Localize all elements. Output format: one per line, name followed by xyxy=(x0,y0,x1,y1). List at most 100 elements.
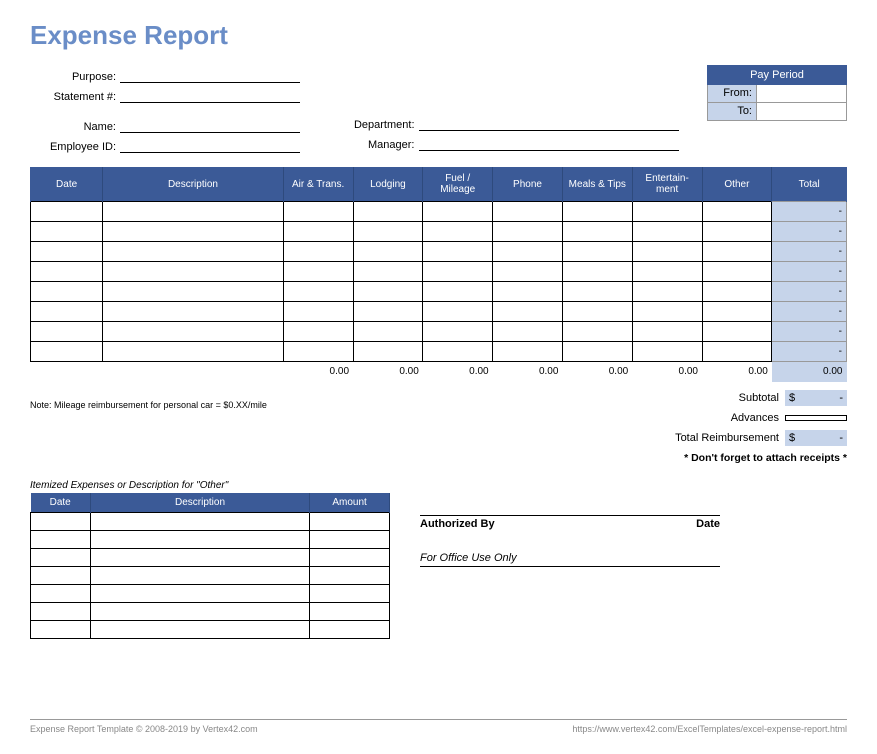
table-cell[interactable] xyxy=(31,322,103,342)
statement-input[interactable] xyxy=(120,87,300,103)
table-cell[interactable] xyxy=(493,202,563,222)
table-cell[interactable] xyxy=(103,262,284,282)
table-cell[interactable] xyxy=(423,262,493,282)
table-cell[interactable] xyxy=(283,242,353,262)
table-cell[interactable] xyxy=(562,202,632,222)
pay-from-input[interactable] xyxy=(757,85,847,103)
table-cell[interactable] xyxy=(31,282,103,302)
table-cell[interactable] xyxy=(632,242,702,262)
table-cell[interactable] xyxy=(103,302,284,322)
table-cell[interactable] xyxy=(632,342,702,362)
table-cell[interactable] xyxy=(283,262,353,282)
table-cell[interactable] xyxy=(353,342,423,362)
table-cell[interactable] xyxy=(310,602,390,620)
table-cell[interactable] xyxy=(353,302,423,322)
table-cell[interactable] xyxy=(493,222,563,242)
table-cell[interactable] xyxy=(283,342,353,362)
table-cell[interactable] xyxy=(31,530,91,548)
table-cell[interactable] xyxy=(310,566,390,584)
table-cell[interactable] xyxy=(423,202,493,222)
table-cell[interactable] xyxy=(702,202,772,222)
table-cell[interactable] xyxy=(632,262,702,282)
table-cell[interactable] xyxy=(90,620,309,638)
table-cell[interactable] xyxy=(562,282,632,302)
table-cell[interactable] xyxy=(632,282,702,302)
table-cell[interactable] xyxy=(353,282,423,302)
table-cell[interactable] xyxy=(103,322,284,342)
table-cell[interactable] xyxy=(283,222,353,242)
table-cell[interactable] xyxy=(353,242,423,262)
table-cell[interactable] xyxy=(493,322,563,342)
table-cell[interactable] xyxy=(702,222,772,242)
table-cell[interactable] xyxy=(353,202,423,222)
table-cell[interactable] xyxy=(353,262,423,282)
table-cell[interactable] xyxy=(423,282,493,302)
department-input[interactable] xyxy=(419,115,679,131)
advances-input[interactable] xyxy=(785,415,847,421)
table-cell[interactable] xyxy=(423,342,493,362)
table-cell[interactable] xyxy=(90,584,309,602)
table-cell[interactable] xyxy=(90,602,309,620)
table-cell[interactable] xyxy=(90,512,309,530)
table-cell[interactable] xyxy=(702,322,772,342)
table-cell[interactable] xyxy=(493,342,563,362)
table-cell[interactable] xyxy=(103,202,284,222)
table-cell[interactable] xyxy=(702,342,772,362)
table-cell[interactable] xyxy=(493,282,563,302)
table-cell[interactable] xyxy=(31,242,103,262)
table-cell[interactable] xyxy=(702,302,772,322)
table-cell[interactable] xyxy=(283,202,353,222)
table-cell[interactable] xyxy=(702,282,772,302)
name-input[interactable] xyxy=(120,117,300,133)
table-cell[interactable] xyxy=(283,282,353,302)
table-cell[interactable] xyxy=(562,262,632,282)
table-cell[interactable] xyxy=(31,342,103,362)
table-cell[interactable] xyxy=(310,512,390,530)
table-cell[interactable] xyxy=(702,262,772,282)
table-cell[interactable] xyxy=(103,242,284,262)
table-cell[interactable] xyxy=(562,322,632,342)
table-cell[interactable] xyxy=(31,202,103,222)
table-cell[interactable] xyxy=(31,548,91,566)
table-cell[interactable] xyxy=(702,242,772,262)
table-cell[interactable] xyxy=(31,512,91,530)
table-cell[interactable] xyxy=(562,222,632,242)
table-cell[interactable] xyxy=(562,342,632,362)
table-cell[interactable] xyxy=(310,548,390,566)
table-cell[interactable] xyxy=(103,222,284,242)
table-cell[interactable] xyxy=(353,322,423,342)
table-cell[interactable] xyxy=(90,530,309,548)
table-cell[interactable] xyxy=(632,222,702,242)
table-cell[interactable] xyxy=(310,620,390,638)
manager-input[interactable] xyxy=(419,135,679,151)
table-cell[interactable] xyxy=(632,202,702,222)
table-cell[interactable] xyxy=(31,602,91,620)
table-cell[interactable] xyxy=(310,530,390,548)
table-cell[interactable] xyxy=(493,242,563,262)
table-cell[interactable] xyxy=(31,262,103,282)
table-cell[interactable] xyxy=(103,282,284,302)
signature-line[interactable] xyxy=(420,488,720,516)
table-cell[interactable] xyxy=(310,584,390,602)
employee-id-input[interactable] xyxy=(120,137,300,153)
table-cell[interactable] xyxy=(493,302,563,322)
table-cell[interactable] xyxy=(31,620,91,638)
table-cell[interactable] xyxy=(562,242,632,262)
table-cell[interactable] xyxy=(423,322,493,342)
table-cell[interactable] xyxy=(283,302,353,322)
table-cell[interactable] xyxy=(31,584,91,602)
table-cell[interactable] xyxy=(493,262,563,282)
table-cell[interactable] xyxy=(103,342,284,362)
pay-to-input[interactable] xyxy=(757,103,847,121)
table-cell[interactable] xyxy=(90,566,309,584)
table-cell[interactable] xyxy=(562,302,632,322)
table-cell[interactable] xyxy=(353,222,423,242)
table-cell[interactable] xyxy=(423,242,493,262)
table-cell[interactable] xyxy=(31,302,103,322)
table-cell[interactable] xyxy=(423,222,493,242)
table-cell[interactable] xyxy=(632,302,702,322)
purpose-input[interactable] xyxy=(120,67,300,83)
table-cell[interactable] xyxy=(423,302,493,322)
table-cell[interactable] xyxy=(31,566,91,584)
table-cell[interactable] xyxy=(31,222,103,242)
